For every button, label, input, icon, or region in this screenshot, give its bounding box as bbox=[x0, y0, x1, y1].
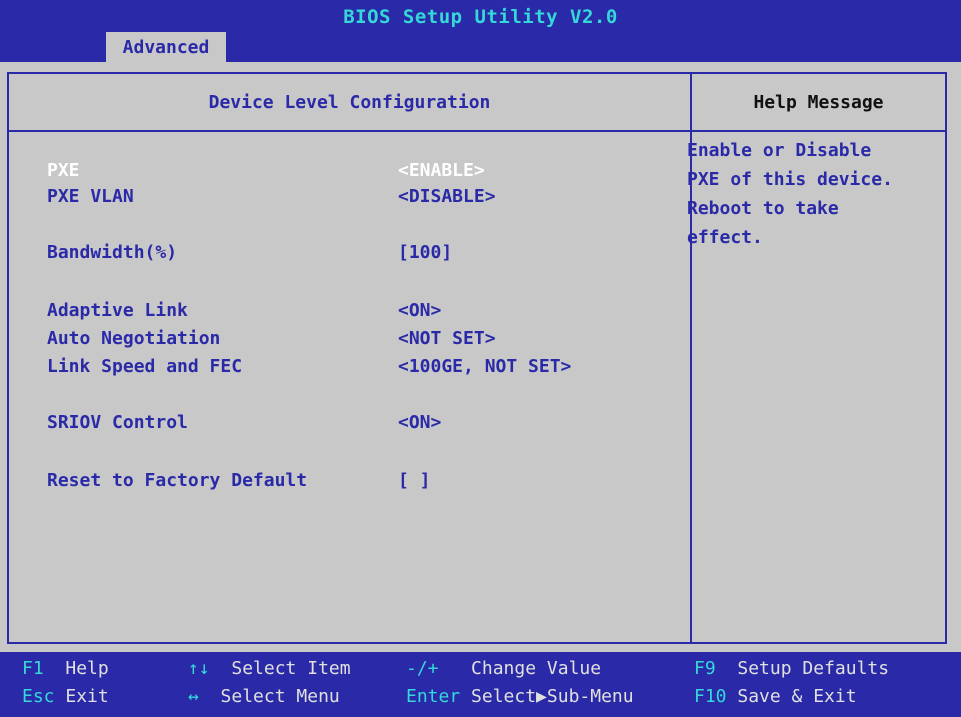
setting-link-speed-fec[interactable]: Link Speed and FEC <100GE, NOT SET> bbox=[47, 356, 667, 382]
hotkey-key: Esc bbox=[22, 686, 55, 707]
hotkey-desc: Save & Exit bbox=[737, 686, 857, 707]
setting-pxe-vlan[interactable]: PXE VLAN <DISABLE> bbox=[47, 186, 667, 212]
hotkey-desc: Help bbox=[65, 658, 109, 679]
help-message: Enable or Disable PXE of this device. Re… bbox=[687, 136, 927, 252]
hotkey-bar: F1 Help Esc Exit ↑↓ Select Item ↔ Select… bbox=[0, 652, 961, 717]
hotkey-desc: Select Item bbox=[231, 658, 351, 679]
setting-label: Adaptive Link bbox=[47, 300, 188, 321]
setting-value[interactable]: <DISABLE> bbox=[398, 186, 496, 207]
setting-value[interactable]: [ ] bbox=[398, 470, 431, 491]
setting-value[interactable]: [100] bbox=[398, 242, 452, 263]
hotkey-desc: Change Value bbox=[471, 658, 602, 679]
help-line: Enable or Disable bbox=[687, 140, 872, 161]
setting-sriov-control[interactable]: SRIOV Control <ON> bbox=[47, 412, 667, 438]
setting-pxe[interactable]: PXE <ENABLE> bbox=[47, 160, 667, 186]
hotkey-key: F1 bbox=[22, 658, 44, 679]
hotkey-change-value[interactable]: -/+ Change Value bbox=[406, 658, 601, 679]
setting-value[interactable]: <NOT SET> bbox=[398, 328, 496, 349]
tab-advanced[interactable]: Advanced bbox=[106, 32, 226, 62]
hotkey-desc: Select Menu bbox=[220, 686, 340, 707]
arrows-leftright-icon: ↔ bbox=[188, 686, 199, 707]
setting-label: Reset to Factory Default bbox=[47, 470, 308, 491]
hotkey-key: Enter bbox=[406, 686, 461, 707]
hotkey-key: -/+ bbox=[406, 658, 439, 679]
hotkey-exit[interactable]: Esc Exit bbox=[22, 686, 109, 707]
setting-label: PXE VLAN bbox=[47, 186, 134, 207]
setting-label: SRIOV Control bbox=[47, 412, 188, 433]
setting-label: Link Speed and FEC bbox=[47, 356, 243, 377]
top-bar: BIOS Setup Utility V2.0 Advanced bbox=[0, 0, 961, 62]
setting-value[interactable]: <100GE, NOT SET> bbox=[398, 356, 571, 377]
hotkey-desc: Exit bbox=[65, 686, 109, 707]
hotkey-select-submenu[interactable]: Enter Select▶Sub-Menu bbox=[406, 686, 634, 707]
hotkey-key: F9 bbox=[694, 658, 716, 679]
hotkey-setup-defaults[interactable]: F9 Setup Defaults bbox=[694, 658, 889, 679]
setting-reset-factory-default[interactable]: Reset to Factory Default [ ] bbox=[47, 470, 667, 496]
help-line: PXE of this device. bbox=[687, 169, 893, 190]
panel-title: Device Level Configuration bbox=[208, 91, 491, 113]
hotkey-key: F10 bbox=[694, 686, 727, 707]
help-title: Help Message bbox=[753, 91, 884, 113]
hotkey-select-menu[interactable]: ↔ Select Menu bbox=[188, 686, 340, 707]
setting-label: Auto Negotiation bbox=[47, 328, 221, 349]
main-area: Device Level Configuration Help Message … bbox=[0, 62, 961, 652]
setting-value[interactable]: <ENABLE> bbox=[398, 160, 485, 181]
setting-value[interactable]: <ON> bbox=[398, 300, 441, 321]
hotkey-desc: Setup Defaults bbox=[737, 658, 890, 679]
setting-bandwidth[interactable]: Bandwidth(%) [100] bbox=[47, 242, 667, 268]
setting-value[interactable]: <ON> bbox=[398, 412, 441, 433]
hotkey-select-item[interactable]: ↑↓ Select Item bbox=[188, 658, 351, 679]
setting-adaptive-link[interactable]: Adaptive Link <ON> bbox=[47, 300, 667, 326]
hotkey-help[interactable]: F1 Help bbox=[22, 658, 109, 679]
help-line: effect. bbox=[687, 227, 763, 248]
horizontal-divider bbox=[9, 130, 945, 132]
help-line: Reboot to take bbox=[687, 198, 839, 219]
setting-label: Bandwidth(%) bbox=[47, 242, 178, 263]
hotkey-desc: Select▶Sub-Menu bbox=[471, 686, 634, 707]
bios-title: BIOS Setup Utility V2.0 bbox=[343, 6, 618, 28]
hotkey-save-exit[interactable]: F10 Save & Exit bbox=[694, 686, 857, 707]
setting-auto-negotiation[interactable]: Auto Negotiation <NOT SET> bbox=[47, 328, 667, 354]
arrows-updown-icon: ↑↓ bbox=[188, 658, 210, 679]
setting-label: PXE bbox=[47, 160, 80, 181]
